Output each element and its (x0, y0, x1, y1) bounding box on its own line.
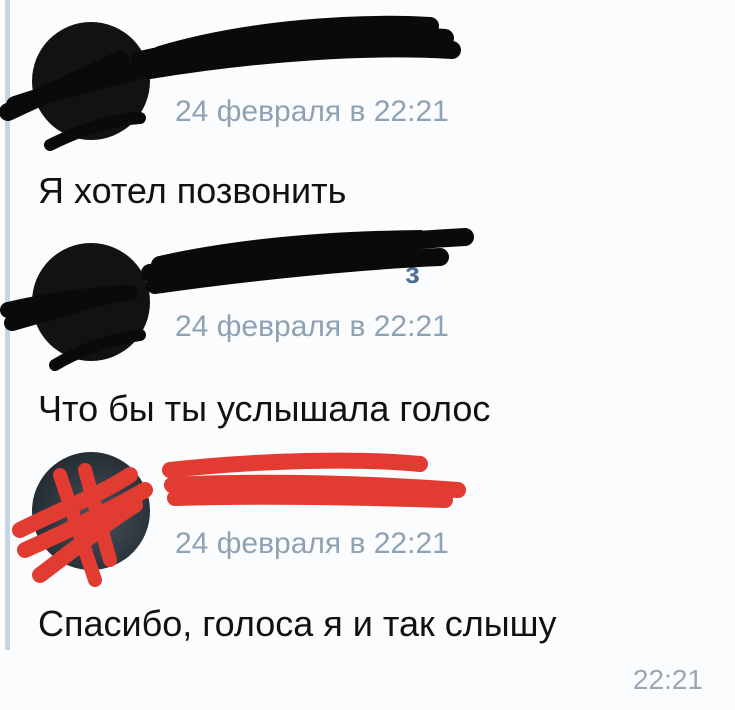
message-text: Я хотел позвонить (38, 170, 347, 211)
message-date[interactable]: 24 февраля в 22:21 (175, 95, 449, 129)
message-date[interactable]: 24 февраля в 22:21 (175, 310, 449, 344)
forwarded-message-2: Р з 24 февраля в 22:21 Что бы ты услышал… (0, 215, 735, 440)
redaction-scribble-icon (12, 452, 466, 587)
message-text: Спасибо, голоса я и так слышу (38, 603, 557, 644)
forwarded-message-1: В 24 февраля в 22:21 Я хотел позвонить (0, 0, 735, 215)
message-text: Что бы ты услышала голос (38, 388, 491, 429)
reply-time: 22:21 (632, 664, 703, 695)
forwarded-message-3: 24 февраля в 22:21 Спасибо, голоса я и т… (0, 440, 735, 710)
message-date[interactable]: 24 февраля в 22:21 (175, 527, 449, 561)
